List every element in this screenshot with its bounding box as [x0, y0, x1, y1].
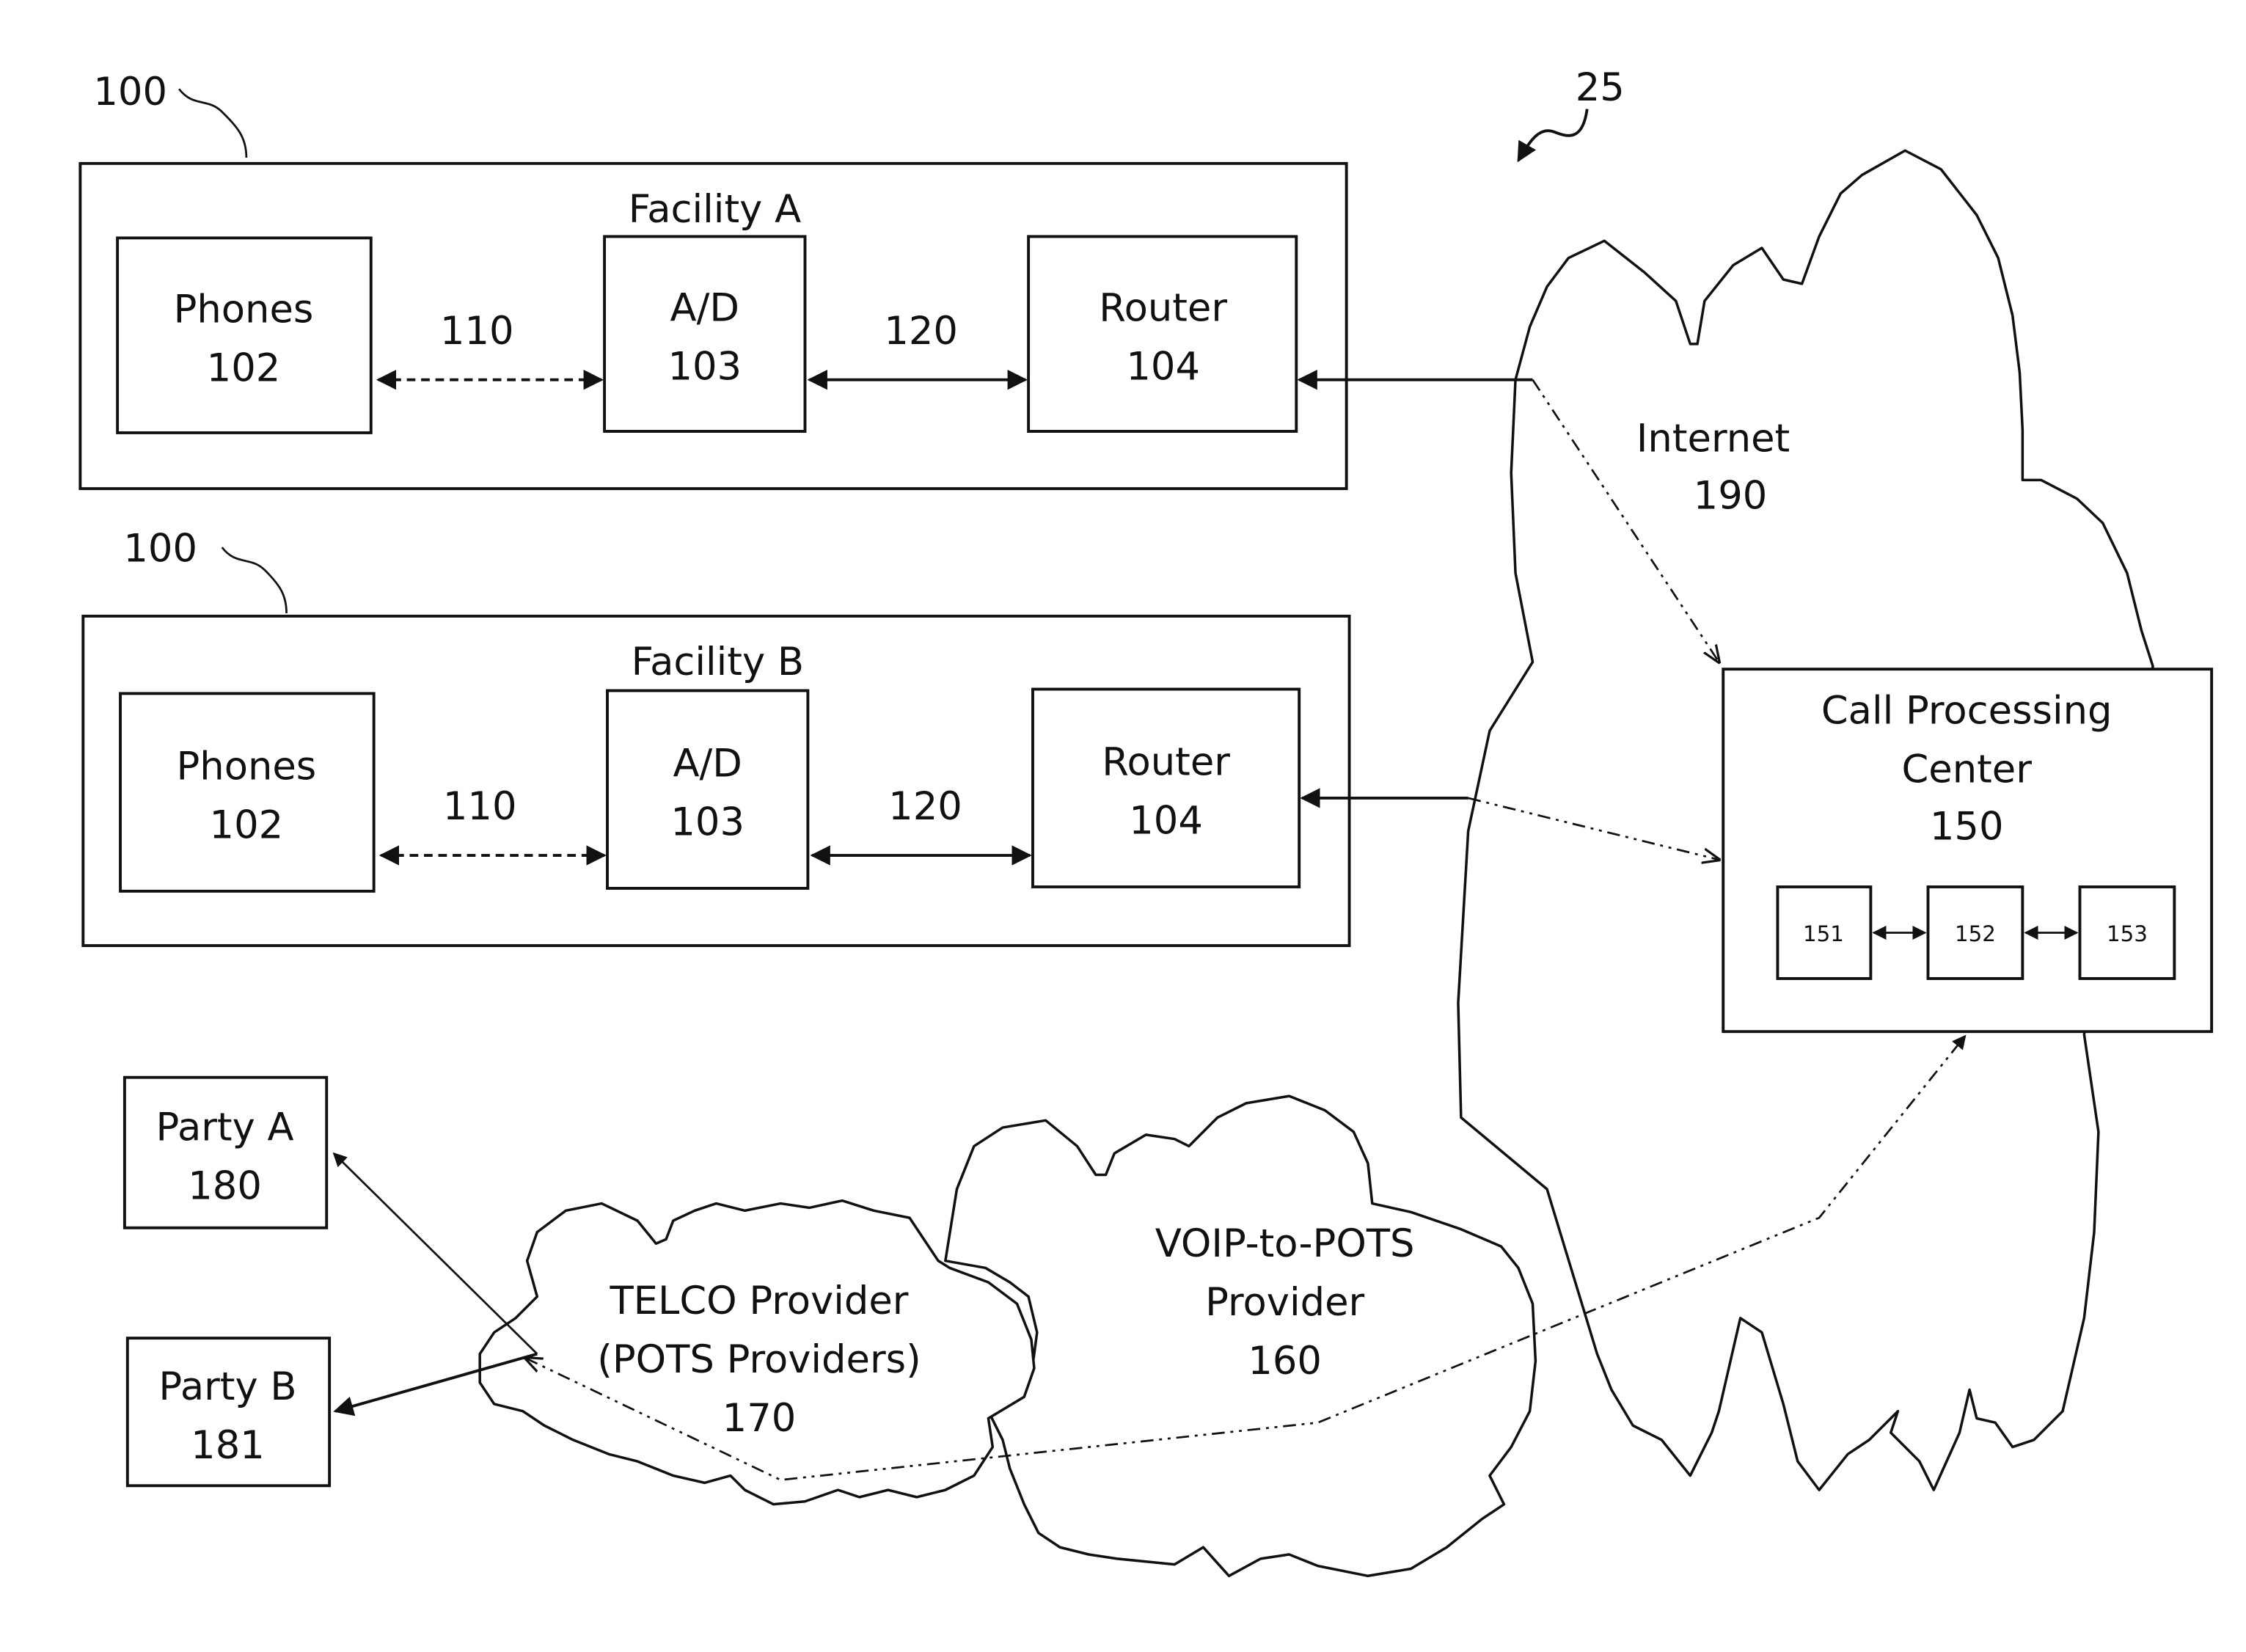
telco-label-line1: TELCO Provider [609, 1279, 908, 1323]
telco-ref: 170 [723, 1396, 797, 1441]
phones-box [119, 692, 376, 893]
party-a-ref: 180 [188, 1164, 262, 1209]
phones-ref: 102 [210, 803, 284, 848]
telco-to-party-a-arrow [332, 1152, 538, 1355]
party-b-label: Party B [158, 1364, 296, 1409]
voip-label-line1: VOIP-to-POTS [1155, 1221, 1415, 1266]
voip-label-line2: Provider [1205, 1280, 1364, 1325]
facility-a-ref-leader [178, 88, 248, 158]
facility-b: 100 Facility B Phones 102 A/D 103 Router… [81, 527, 1351, 948]
party-a-label: Party A [156, 1105, 294, 1150]
facility-b-ref-leader [221, 547, 288, 614]
link-120-label: 120 [884, 309, 958, 354]
link-120-label: 120 [888, 784, 962, 829]
phones-label: Phones [176, 745, 316, 789]
router-ref: 104 [1126, 345, 1200, 390]
facility-b-title: Facility B [632, 640, 805, 684]
network-diagram: 25 100 Facility A Phones 102 A/D 103 Rou… [78, 65, 2214, 1578]
voip-provider-cloud [944, 1094, 1537, 1578]
telco-label-line2: (POTS Providers) [597, 1337, 921, 1382]
ad-box [603, 235, 807, 433]
figure-reference-label: 25 [1576, 65, 1625, 110]
internet-label: Internet [1636, 416, 1790, 461]
router-box [1027, 235, 1298, 433]
party-b-ref: 181 [191, 1423, 265, 1468]
phones-label: Phones [174, 288, 314, 332]
router-label: Router [1102, 740, 1230, 785]
internet-ref: 190 [1694, 473, 1768, 518]
link-110-label: 110 [443, 784, 517, 829]
cpc-ref: 150 [1930, 805, 2004, 849]
facility-b-ref: 100 [123, 527, 197, 571]
router-label: Router [1099, 286, 1227, 331]
module-151-label: 151 [1803, 921, 1844, 946]
cpc-label-line2: Center [1901, 747, 2032, 792]
ad-label: A/D [673, 742, 742, 786]
facility-a: 100 Facility A Phones 102 A/D 103 Router… [78, 70, 1348, 491]
figure-reference-leader [1517, 109, 1589, 163]
link-110-label: 110 [440, 309, 514, 354]
router-box [1031, 687, 1301, 888]
voip-ref: 160 [1248, 1339, 1322, 1384]
ad-ref: 103 [670, 800, 745, 845]
facility-a-ref: 100 [93, 70, 167, 114]
module-153-label: 153 [2107, 921, 2148, 946]
facility-a-title: Facility A [629, 187, 801, 232]
ad-label: A/D [670, 286, 739, 331]
module-152-label: 152 [1955, 921, 1996, 946]
phones-ref: 102 [207, 346, 281, 391]
call-processing-center: Call Processing Center 150 151 152 153 [1722, 668, 2214, 1034]
ad-box [606, 689, 810, 890]
phones-box [116, 236, 373, 434]
ad-ref: 103 [667, 345, 742, 390]
cpc-label-line1: Call Processing [1821, 688, 2113, 733]
router-ref: 104 [1129, 799, 1203, 844]
